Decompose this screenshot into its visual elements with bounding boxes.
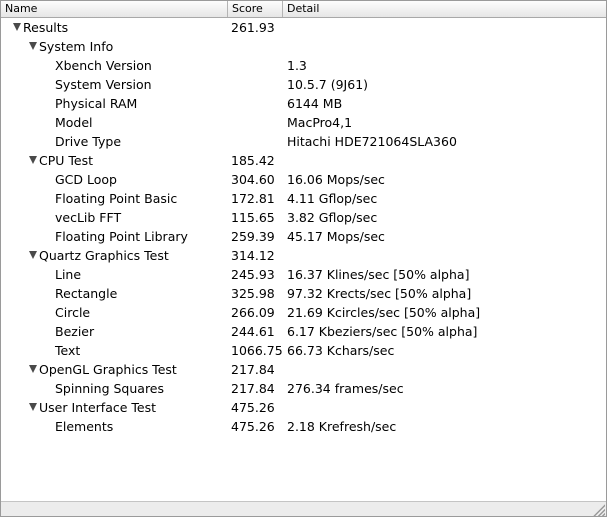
row-score: 266.09: [231, 305, 275, 320]
row-score: 172.81: [231, 191, 275, 206]
outline-row[interactable]: Physical RAM 6144 MB: [1, 94, 606, 113]
disclosure-triangle-down-icon[interactable]: [29, 42, 37, 50]
outline-row[interactable]: Line 245.93 16.37 Klines/sec [50% alpha]: [1, 265, 606, 284]
row-detail: 66.73 Kchars/sec: [287, 343, 395, 358]
outline-row[interactable]: Elements 475.26 2.18 Krefresh/sec: [1, 417, 606, 436]
row-score: 325.98: [231, 286, 275, 301]
row-detail: 6.17 Kbeziers/sec [50% alpha]: [287, 324, 478, 339]
row-name: System Info: [39, 39, 114, 54]
row-name: Floating Point Library: [55, 229, 188, 244]
row-name: Floating Point Basic: [55, 191, 178, 206]
row-name: Drive Type: [55, 134, 122, 149]
horizontal-scrollbar[interactable]: [1, 501, 606, 516]
row-detail: 1.3: [287, 58, 307, 73]
row-detail: 4.11 Gflop/sec: [287, 191, 378, 206]
row-detail: 10.5.7 (9J61): [287, 77, 369, 92]
row-name: Results: [23, 20, 69, 35]
row-name: Circle: [55, 305, 91, 320]
row-name: System Version: [55, 77, 152, 92]
row-detail: 2.18 Krefresh/sec: [287, 419, 397, 434]
outline-group-row[interactable]: System Info: [1, 37, 606, 56]
outline-rows: Results 261.93 System Info Xbench Version 1.…: [1, 18, 606, 500]
outline-row[interactable]: GCD Loop 304.60 16.06 Mops/sec: [1, 170, 606, 189]
row-detail: 6144 MB: [287, 96, 343, 111]
row-name: Line: [55, 267, 82, 282]
outline-group-row[interactable]: OpenGL Graphics Test 217.84: [1, 360, 606, 379]
row-name: Quartz Graphics Test: [39, 248, 169, 263]
row-detail: 3.82 Gflop/sec: [287, 210, 378, 225]
row-score: 314.12: [231, 248, 275, 263]
outline-row[interactable]: System Version 10.5.7 (9J61): [1, 75, 606, 94]
row-score: 1066.75: [231, 343, 283, 358]
row-detail: 45.17 Mops/sec: [287, 229, 385, 244]
row-name: Model: [55, 115, 93, 130]
row-name: Text: [55, 343, 81, 358]
row-detail: Hitachi HDE721064SLA360: [287, 134, 457, 149]
outline-row[interactable]: Spinning Squares 217.84 276.34 frames/sec: [1, 379, 606, 398]
outline-row[interactable]: Floating Point Basic 172.81 4.11 Gflop/sec: [1, 189, 606, 208]
column-header-score[interactable]: Score: [228, 1, 283, 17]
row-name: vecLib FFT: [55, 210, 122, 225]
row-score: 217.84: [231, 381, 275, 396]
row-score: 261.93: [231, 20, 275, 35]
disclosure-triangle-down-icon[interactable]: [13, 23, 21, 31]
row-score: 475.26: [231, 419, 275, 434]
row-name: Rectangle: [55, 286, 118, 301]
row-name: Spinning Squares: [55, 381, 165, 396]
disclosure-triangle-down-icon[interactable]: [29, 156, 37, 164]
outline-group-row[interactable]: Results 261.93: [1, 18, 606, 37]
row-score: 244.61: [231, 324, 275, 339]
outline-row[interactable]: Drive Type Hitachi HDE721064SLA360: [1, 132, 606, 151]
outline-group-row[interactable]: CPU Test 185.42: [1, 151, 606, 170]
row-detail: 276.34 frames/sec: [287, 381, 404, 396]
outline-row[interactable]: Model MacPro4,1: [1, 113, 606, 132]
disclosure-triangle-down-icon[interactable]: [29, 365, 37, 373]
row-score: 217.84: [231, 362, 275, 377]
row-score: 185.42: [231, 153, 275, 168]
outline-row[interactable]: Text 1066.75 66.73 Kchars/sec: [1, 341, 606, 360]
outline-group-row[interactable]: Quartz Graphics Test 314.12: [1, 246, 606, 265]
outline-row[interactable]: Rectangle 325.98 97.32 Krects/sec [50% alp…: [1, 284, 606, 303]
column-header-bar: Name Score Detail: [1, 1, 606, 18]
row-name: Bezier: [55, 324, 95, 339]
column-header-name[interactable]: Name: [1, 1, 228, 17]
row-name: Elements: [55, 419, 114, 434]
row-detail: 16.06 Mops/sec: [287, 172, 385, 187]
row-detail: MacPro4,1: [287, 115, 353, 130]
row-score: 259.39: [231, 229, 275, 244]
outline-row[interactable]: Circle 266.09 21.69 Kcircles/sec [50% alph…: [1, 303, 606, 322]
outline-row[interactable]: vecLib FFT 115.65 3.82 Gflop/sec: [1, 208, 606, 227]
row-name: CPU Test: [39, 153, 94, 168]
column-header-detail[interactable]: Detail: [283, 1, 606, 17]
outline-row[interactable]: Bezier 244.61 6.17 Kbeziers/sec [50% alpha…: [1, 322, 606, 341]
row-detail: 21.69 Kcircles/sec [50% alpha]: [287, 305, 481, 320]
row-name: Physical RAM: [55, 96, 138, 111]
row-score: 304.60: [231, 172, 275, 187]
disclosure-triangle-down-icon[interactable]: [29, 251, 37, 259]
row-score: 245.93: [231, 267, 275, 282]
row-detail: 97.32 Krects/sec [50% alpha]: [287, 286, 472, 301]
outline-row[interactable]: Floating Point Library 259.39 45.17 Mops/s…: [1, 227, 606, 246]
row-name: User Interface Test: [39, 400, 157, 415]
row-name: GCD Loop: [55, 172, 117, 187]
row-name: Xbench Version: [55, 58, 152, 73]
row-name: OpenGL Graphics Test: [39, 362, 177, 377]
row-score: 475.26: [231, 400, 275, 415]
resize-grip-icon[interactable]: [592, 503, 605, 516]
disclosure-triangle-down-icon[interactable]: [29, 403, 37, 411]
results-outline-view: Name Score Detail Results 261.93 System In…: [0, 0, 607, 517]
outline-row[interactable]: Xbench Version 1.3: [1, 56, 606, 75]
row-score: 115.65: [231, 210, 275, 225]
outline-group-row[interactable]: User Interface Test 475.26: [1, 398, 606, 417]
row-detail: 16.37 Klines/sec [50% alpha]: [287, 267, 470, 282]
